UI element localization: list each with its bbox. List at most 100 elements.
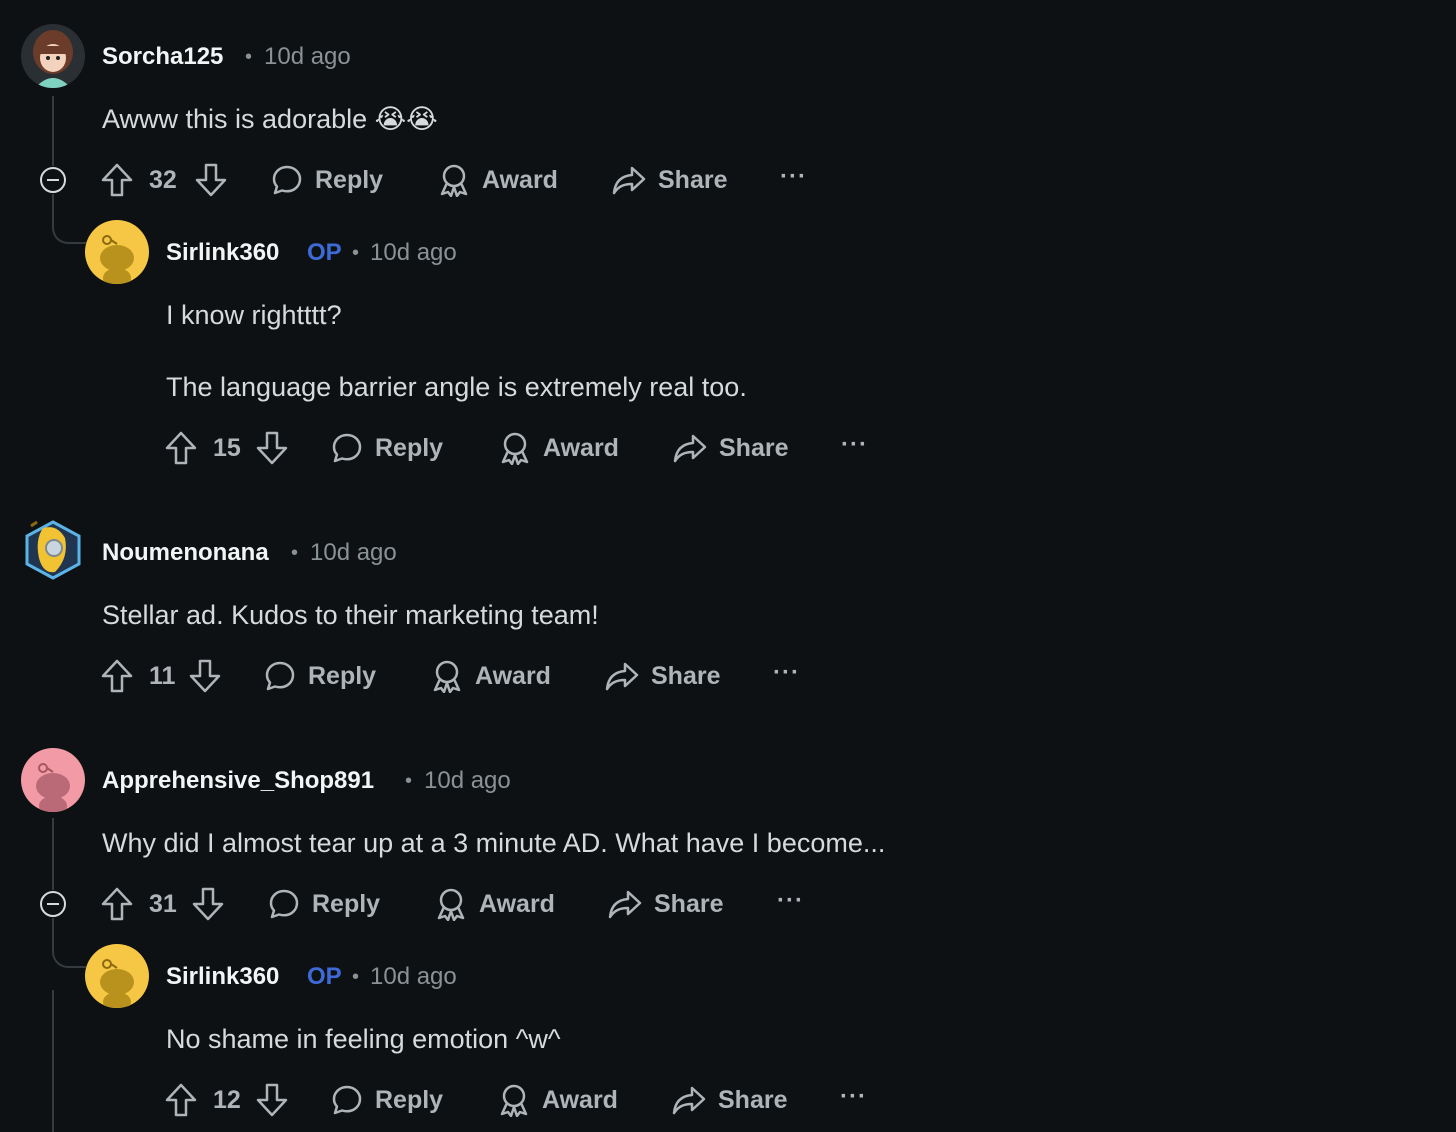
avatar[interactable] [21,748,85,812]
op-badge: OP [307,239,342,266]
username[interactable]: Sirlink360 [166,963,279,991]
share-arrow-icon [672,1086,706,1115]
award-button[interactable]: Award [435,884,555,924]
award-icon [440,164,468,197]
username[interactable]: Sirlink360 [166,239,279,267]
thread-elbow [52,194,86,244]
thread-line [52,818,54,890]
award-label: Award [482,165,558,194]
more-options-button[interactable]: ··· [780,160,807,200]
downvote-button[interactable] [195,160,227,200]
thread-elbow [52,918,86,968]
reply-label: Reply [375,1085,444,1114]
reply-label: Reply [312,889,381,918]
share-button[interactable]: Share [608,884,723,924]
award-icon [437,888,465,921]
downvote-button[interactable] [256,1080,288,1120]
award-label: Award [543,433,619,462]
award-button[interactable]: Award [438,160,558,200]
upvote-button[interactable] [101,656,133,696]
share-button[interactable]: Share [612,160,727,200]
vote-score: 12 [213,1086,241,1114]
reply-button[interactable]: Reply [264,656,376,696]
reply-button[interactable]: Reply [331,1080,443,1120]
share-button[interactable]: Share [672,1080,787,1120]
reply-button[interactable]: Reply [331,428,443,468]
share-label: Share [654,889,724,918]
separator-dot: • [352,966,360,988]
vote-score: 32 [149,166,177,194]
username[interactable]: Sorcha125 [102,43,223,71]
comment-bubble-icon [332,433,362,463]
more-options-button[interactable]: ··· [777,884,804,924]
reply-button[interactable]: Reply [271,160,383,200]
upvote-icon [101,887,133,921]
upvote-icon [101,659,133,693]
reply-label: Reply [308,661,377,690]
reply-label: Reply [375,433,444,462]
upvote-icon [165,1083,197,1117]
vote-score: 31 [149,890,177,918]
share-button[interactable]: Share [673,428,788,468]
downvote-button[interactable] [192,884,224,924]
comment-bubble-icon [269,889,299,919]
share-label: Share [658,165,728,194]
timestamp[interactable]: 10d ago [370,239,457,267]
vote-score: 15 [213,434,241,462]
separator-dot: • [245,46,253,68]
comment-body: Awww this is adorable 😭😭 [102,104,438,134]
award-label: Award [475,661,551,690]
comment-actions: 32 Reply Award Share ··· [101,160,821,200]
award-button[interactable]: Award [431,656,551,696]
share-arrow-icon [612,166,646,195]
downvote-icon [192,887,224,921]
comment-bubble-icon [272,165,302,195]
downvote-button[interactable] [256,428,288,468]
avatar[interactable] [21,24,85,88]
upvote-button[interactable] [165,1080,197,1120]
share-label: Share [651,661,721,690]
comment-body: I know rightttt? [166,300,342,330]
downvote-icon [256,431,288,465]
timestamp[interactable]: 10d ago [310,539,397,567]
collapse-thread-button[interactable] [40,891,66,917]
comment-actions: 15 Reply Award Share ··· [165,428,885,468]
share-label: Share [719,433,789,462]
downvote-icon [189,659,221,693]
more-options-button[interactable]: ··· [773,656,800,696]
avatar[interactable] [21,518,85,582]
comment-actions: 31 Reply Award Share ··· [101,884,821,924]
thread-line [52,990,54,1132]
collapse-thread-button[interactable] [40,167,66,193]
upvote-button[interactable] [165,428,197,468]
upvote-button[interactable] [101,160,133,200]
upvote-button[interactable] [101,884,133,924]
award-icon [501,432,529,465]
share-button[interactable]: Share [605,656,720,696]
more-options-button[interactable]: ··· [840,1080,867,1120]
comment-body: No shame in feeling emotion ^w^ [166,1024,561,1054]
comment-body: The language barrier angle is extremely … [166,372,747,402]
reply-label: Reply [315,165,384,194]
separator-dot: • [405,770,413,792]
reply-button[interactable]: Reply [268,884,380,924]
upvote-icon [101,163,133,197]
timestamp[interactable]: 10d ago [264,43,351,71]
more-options-button[interactable]: ··· [841,428,868,468]
timestamp[interactable]: 10d ago [370,963,457,991]
share-arrow-icon [673,434,707,463]
award-label: Award [479,889,555,918]
award-label: Award [542,1085,618,1114]
username[interactable]: Noumenonana [102,539,269,567]
comment-bubble-icon [332,1085,362,1115]
timestamp[interactable]: 10d ago [424,767,511,795]
avatar[interactable] [85,220,149,284]
upvote-icon [165,431,197,465]
downvote-button[interactable] [189,656,221,696]
avatar[interactable] [85,944,149,1008]
comment-actions: 11 Reply Award Share ··· [101,656,821,696]
share-arrow-icon [605,662,639,691]
award-button[interactable]: Award [499,428,619,468]
award-button[interactable]: Award [498,1080,618,1120]
username[interactable]: Apprehensive_Shop891 [102,767,374,795]
